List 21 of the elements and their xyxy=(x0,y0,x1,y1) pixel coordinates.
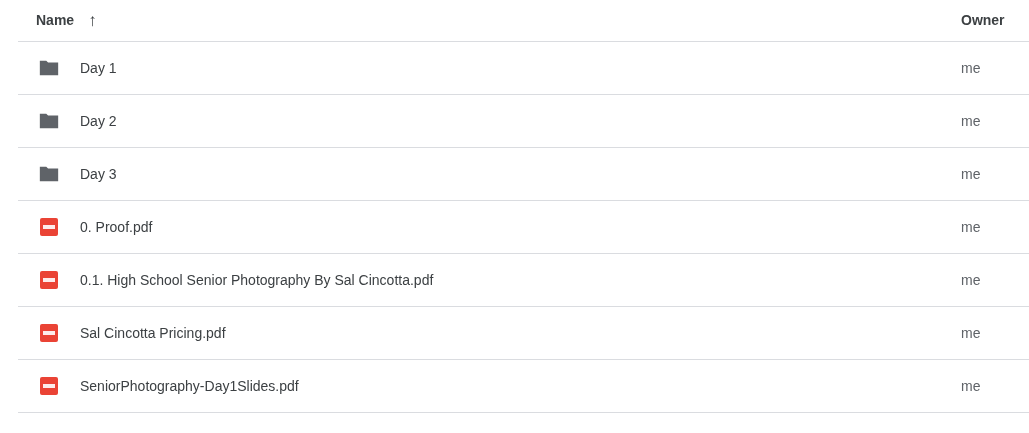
file-name[interactable]: SeniorPhotography-Day1Slides.pdf xyxy=(80,375,299,397)
owner-text: me xyxy=(961,112,981,129)
file-name[interactable]: Sal Cincotta Pricing.pdf xyxy=(80,322,226,344)
file-name[interactable]: Day 1 xyxy=(80,57,117,79)
pdf-icon xyxy=(38,269,60,291)
name-column-header[interactable]: Name xyxy=(36,10,75,31)
owner-column-header[interactable]: Owner xyxy=(961,12,1005,28)
file-name[interactable]: 0.1. High School Senior Photography By Sal Cincotta.pdf xyxy=(80,269,434,291)
owner-text: me xyxy=(961,59,981,76)
sort-arrow-icon[interactable]: ↑ xyxy=(88,7,97,34)
file-name[interactable]: 0. Proof.pdf xyxy=(80,216,153,238)
owner-text: me xyxy=(961,218,981,235)
owner-text: me xyxy=(961,377,981,394)
file-name[interactable]: Day 3 xyxy=(80,163,117,185)
file-name[interactable]: Day 2 xyxy=(80,110,117,132)
pdf-icon xyxy=(38,375,60,397)
pdf-icon xyxy=(38,322,60,344)
pdf-icon xyxy=(38,216,60,238)
owner-text: me xyxy=(961,271,981,288)
owner-text: me xyxy=(961,324,981,341)
owner-text: me xyxy=(961,165,981,182)
